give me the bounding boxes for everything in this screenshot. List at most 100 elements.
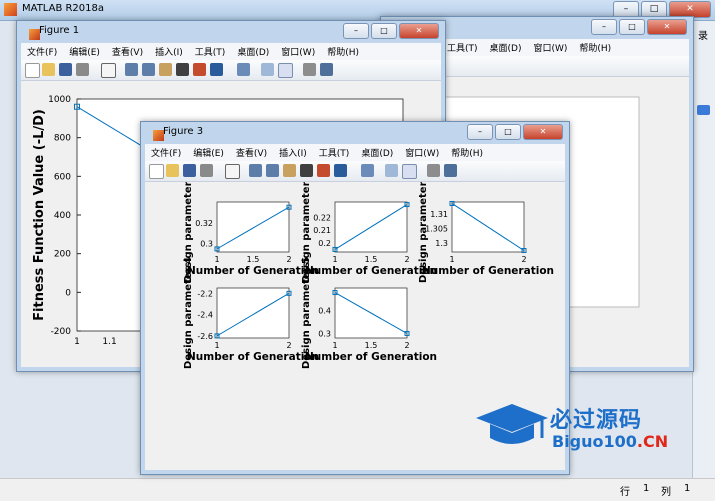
- open-file-icon[interactable]: [42, 63, 55, 76]
- help-icon[interactable]: [697, 105, 710, 115]
- subplot-xtick-label: 1: [214, 255, 219, 264]
- subplot-ytick-label: 1.31: [430, 210, 448, 219]
- fig2-maximize-button[interactable]: □: [619, 19, 645, 35]
- subplot-ytick-label: 0.21: [313, 226, 331, 235]
- fig1-ytick-label: 0: [65, 288, 71, 298]
- subplot-xtick-label: 2: [521, 255, 526, 264]
- menu-insert[interactable]: 插入(I): [273, 144, 313, 161]
- menu-tools[interactable]: 工具(T): [313, 144, 356, 161]
- menu-insert[interactable]: 插入(I): [149, 43, 189, 60]
- zoom-out-icon[interactable]: [142, 63, 155, 76]
- fig1-xtick-label: 1.1: [102, 337, 116, 347]
- menu-help[interactable]: 帮助(H): [445, 144, 489, 161]
- figure1-icon: [29, 29, 40, 40]
- save-icon[interactable]: [183, 164, 196, 177]
- open-file-icon[interactable]: [166, 164, 179, 177]
- brush-icon[interactable]: [210, 63, 223, 76]
- dock-icon[interactable]: [320, 63, 333, 76]
- menu-help[interactable]: 帮助(H): [573, 39, 617, 56]
- subplot-ytick-label: 0.3: [318, 329, 331, 338]
- menu-help[interactable]: 帮助(H): [321, 43, 365, 60]
- matlab-logo-icon: [4, 3, 17, 16]
- zoom-in-icon[interactable]: [125, 63, 138, 76]
- subplot-xtick-label: 1.5: [365, 255, 378, 264]
- dock-icon[interactable]: [444, 164, 457, 177]
- link-icon[interactable]: [361, 164, 374, 177]
- figure3-toolbar: [145, 161, 565, 182]
- figure3-title: Figure 3: [163, 126, 204, 137]
- fig2-minimize-button[interactable]: –: [591, 19, 617, 35]
- colorbar-icon[interactable]: [261, 63, 274, 76]
- subplot-xlabel: Number of Generation: [305, 351, 437, 363]
- side-text: 录: [698, 31, 708, 42]
- menu-window[interactable]: 窗口(W): [527, 39, 573, 56]
- subplot-xtick-label: 1: [332, 255, 337, 264]
- legend-icon[interactable]: [278, 63, 293, 78]
- rotate-icon[interactable]: [300, 164, 313, 177]
- zoom-out-icon[interactable]: [266, 164, 279, 177]
- subplot-ytick-label: 0.3: [200, 240, 213, 249]
- hide-tools-icon[interactable]: [427, 164, 440, 177]
- figure3-menubar: 文件(F) 编辑(E) 查看(V) 插入(I) 工具(T) 桌面(D) 窗口(W…: [145, 144, 565, 162]
- subplot-ytick-label: 0.2: [318, 239, 331, 248]
- subplot-xlabel: Number of Generation: [422, 265, 554, 277]
- matlab-title: MATLAB R2018a: [22, 3, 105, 14]
- menu-edit[interactable]: 编辑(E): [63, 43, 106, 60]
- fig1-ylabel: Fitness Function Value (-L/D): [32, 109, 47, 321]
- zoom-in-icon[interactable]: [249, 164, 262, 177]
- menu-desktop[interactable]: 桌面(D): [231, 43, 275, 60]
- status-col-value: 1: [684, 483, 691, 494]
- menu-file[interactable]: 文件(F): [145, 144, 187, 161]
- subplot-xlabel: Number of Generation: [187, 265, 319, 277]
- fig1-ytick-label: -200: [51, 327, 72, 337]
- subplot-ytick-label: -2.6: [197, 332, 213, 341]
- subplot-xtick-label: 1: [449, 255, 454, 264]
- status-bar: 行 1 列 1: [0, 478, 715, 501]
- legend-icon[interactable]: [402, 164, 417, 179]
- save-icon[interactable]: [59, 63, 72, 76]
- fig1-ytick-label: 1000: [48, 95, 71, 105]
- pan-icon[interactable]: [159, 63, 172, 76]
- fig1-maximize-button[interactable]: □: [371, 23, 397, 39]
- fig1-close-button[interactable]: ✕: [399, 23, 439, 39]
- subplot-xtick-label: 1.5: [247, 255, 260, 264]
- menu-desktop[interactable]: 桌面(D): [355, 144, 399, 161]
- brush-icon[interactable]: [334, 164, 347, 177]
- pointer-icon[interactable]: [225, 164, 240, 179]
- figure2-window-buttons: – □ ✕: [591, 19, 687, 35]
- fig1-ytick-label: 200: [54, 250, 71, 260]
- menu-tools[interactable]: 工具(T): [441, 39, 484, 56]
- pointer-icon[interactable]: [101, 63, 116, 78]
- subplot-xtick-label: 2: [404, 341, 409, 350]
- print-icon[interactable]: [200, 164, 213, 177]
- figure1-title: Figure 1: [39, 25, 80, 36]
- new-figure-icon[interactable]: [25, 63, 40, 78]
- figure3-icon: [153, 130, 164, 141]
- colorbar-icon[interactable]: [385, 164, 398, 177]
- menu-view[interactable]: 查看(V): [230, 144, 273, 161]
- menu-tools[interactable]: 工具(T): [189, 43, 232, 60]
- menu-edit[interactable]: 编辑(E): [187, 144, 230, 161]
- rotate-icon[interactable]: [176, 63, 189, 76]
- watermark-en-main: Biguo100: [552, 432, 637, 451]
- hide-tools-icon[interactable]: [303, 63, 316, 76]
- subplot-ytick-label: 0.22: [313, 213, 331, 222]
- fig1-ytick-label: 800: [54, 134, 71, 144]
- fig1-minimize-button[interactable]: –: [343, 23, 369, 39]
- link-icon[interactable]: [237, 63, 250, 76]
- watermark-cn: 必过源码: [550, 408, 643, 433]
- menu-file[interactable]: 文件(F): [21, 43, 63, 60]
- pan-icon[interactable]: [283, 164, 296, 177]
- fig3-close-button[interactable]: ✕: [523, 124, 563, 140]
- menu-desktop[interactable]: 桌面(D): [484, 39, 528, 56]
- print-icon[interactable]: [76, 63, 89, 76]
- fig3-minimize-button[interactable]: –: [467, 124, 493, 140]
- fig3-maximize-button[interactable]: □: [495, 124, 521, 140]
- fig2-close-button[interactable]: ✕: [647, 19, 687, 35]
- menu-window[interactable]: 窗口(W): [399, 144, 445, 161]
- menu-window[interactable]: 窗口(W): [275, 43, 321, 60]
- data-cursor-icon[interactable]: [193, 63, 206, 76]
- menu-view[interactable]: 查看(V): [106, 43, 149, 60]
- new-figure-icon[interactable]: [149, 164, 164, 179]
- data-cursor-icon[interactable]: [317, 164, 330, 177]
